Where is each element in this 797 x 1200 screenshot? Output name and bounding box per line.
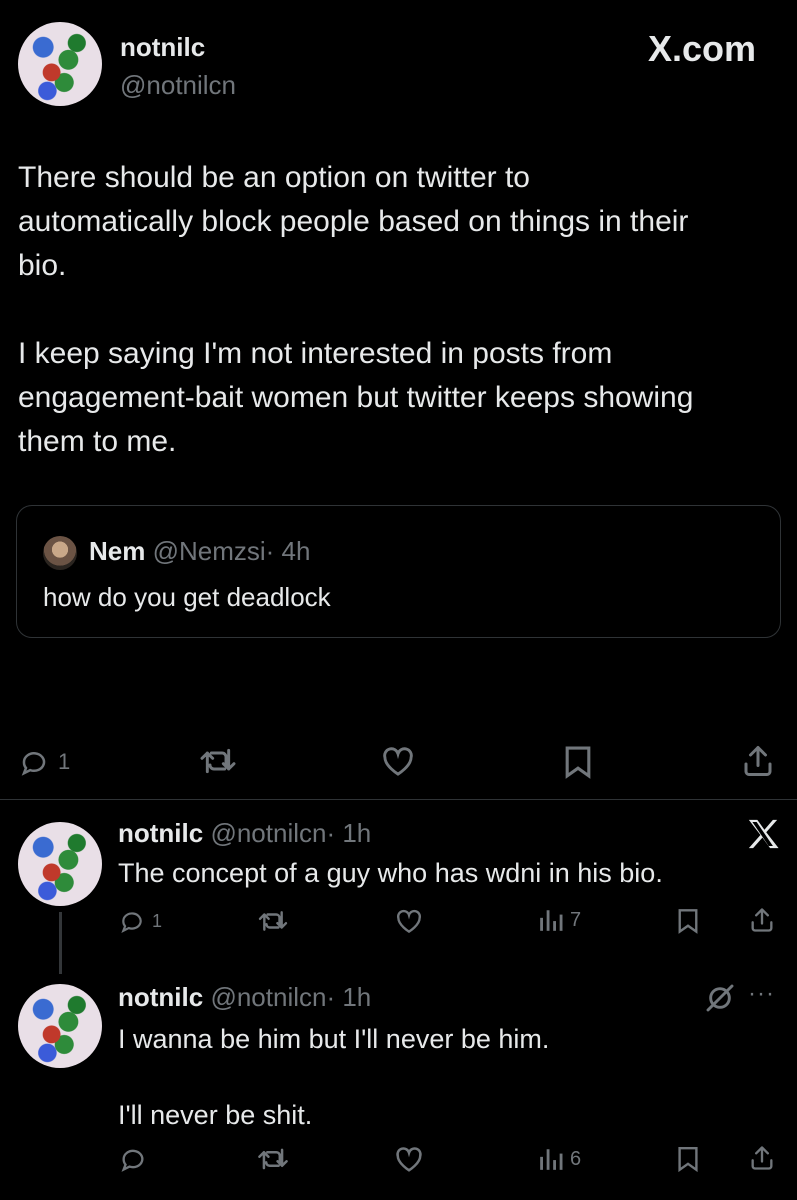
like-icon <box>380 745 416 777</box>
view-count: 6 <box>570 1147 582 1170</box>
views-icon <box>538 1146 564 1172</box>
reply-button[interactable]: 1 <box>18 745 70 779</box>
post-line: automatically block people based on thin… <box>18 205 689 238</box>
quote-text: how do you get deadlock <box>43 582 331 612</box>
avatar[interactable] <box>18 984 102 1068</box>
post-line: bio. <box>18 249 67 282</box>
post-line: engagement-bait women but twitter keeps … <box>18 381 694 414</box>
like-icon <box>394 908 424 934</box>
reply-text: The concept of a guy who has wdni in his… <box>118 858 663 888</box>
reply-header: notnilc @notnilcn· 1h <box>118 982 371 1013</box>
retweet-icon <box>198 745 238 777</box>
bookmark-icon <box>562 745 594 779</box>
like-button[interactable] <box>394 1145 424 1173</box>
quote-tweet[interactable]: Nem @Nemzsi· 4h how do you get deadlock <box>16 505 781 638</box>
bookmark-icon <box>676 1145 700 1173</box>
handle[interactable]: @notnilcn <box>120 70 236 101</box>
reply-header: notnilc @notnilcn· 1h <box>118 818 371 849</box>
reply-line <box>118 1058 549 1096</box>
quote-avatar <box>43 536 77 570</box>
views-button[interactable]: 7 <box>538 906 581 934</box>
share-icon <box>748 906 776 934</box>
reply-line: I'll never be shit. <box>118 1100 313 1130</box>
reply-button[interactable]: 1 <box>118 908 162 934</box>
reply-count: 1 <box>152 910 163 931</box>
post-text: There should be an option on twitter to … <box>18 156 788 464</box>
post-line: There should be an option on twitter to <box>18 161 530 194</box>
share-button[interactable] <box>748 1143 776 1173</box>
retweet-button[interactable] <box>256 908 290 934</box>
divider <box>0 799 797 800</box>
share-button[interactable] <box>740 743 776 779</box>
watermark: X.com <box>648 28 757 69</box>
grok-icon[interactable] <box>704 982 736 1014</box>
thread-line <box>59 912 62 974</box>
retweet-button[interactable] <box>256 1145 290 1173</box>
x-logo-icon[interactable] <box>746 818 780 850</box>
like-button[interactable] <box>380 745 416 777</box>
handle[interactable]: @notnilcn <box>210 818 326 848</box>
more-icon[interactable]: ··· <box>748 980 775 1008</box>
post-line <box>18 288 788 332</box>
quote-time: · 4h <box>265 536 311 566</box>
reply-icon <box>18 747 50 777</box>
retweet-icon <box>256 908 290 934</box>
display-name[interactable]: notnilc <box>120 32 205 63</box>
quote-display-name: Nem <box>89 536 146 566</box>
views-button[interactable]: 6 <box>538 1144 581 1174</box>
avatar[interactable] <box>18 22 102 106</box>
reply-icon <box>118 1145 148 1173</box>
quote-handle: @Nemzsi <box>152 536 266 566</box>
timestamp[interactable]: · 1h <box>326 982 371 1012</box>
share-button[interactable] <box>748 906 776 934</box>
reply-button[interactable] <box>118 1145 148 1173</box>
retweet-icon <box>256 1145 290 1173</box>
retweet-button[interactable] <box>198 745 238 777</box>
like-button[interactable] <box>394 908 424 934</box>
display-name[interactable]: notnilc <box>118 818 203 848</box>
reply-text: I wanna be him but I'll never be him. I'… <box>118 1020 549 1134</box>
like-icon <box>394 1145 424 1173</box>
bookmark-button[interactable] <box>562 745 594 779</box>
bookmark-button[interactable] <box>676 908 700 934</box>
post-line: them to me. <box>18 425 177 458</box>
reply-count: 1 <box>58 749 71 774</box>
reply-line: I wanna be him but I'll never be him. <box>118 1024 550 1054</box>
post-line: I keep saying I'm not interested in post… <box>18 337 613 370</box>
bookmark-icon <box>676 908 700 934</box>
display-name[interactable]: notnilc <box>118 982 203 1012</box>
share-icon <box>740 743 776 779</box>
reply-icon <box>118 908 146 934</box>
views-icon <box>538 907 564 933</box>
quote-header: Nem @Nemzsi· 4h <box>89 536 310 567</box>
timestamp[interactable]: · 1h <box>326 818 371 848</box>
share-icon <box>748 1143 776 1173</box>
avatar[interactable] <box>18 822 102 906</box>
handle[interactable]: @notnilcn <box>210 982 326 1012</box>
bookmark-button[interactable] <box>676 1145 700 1173</box>
view-count: 7 <box>570 908 582 931</box>
